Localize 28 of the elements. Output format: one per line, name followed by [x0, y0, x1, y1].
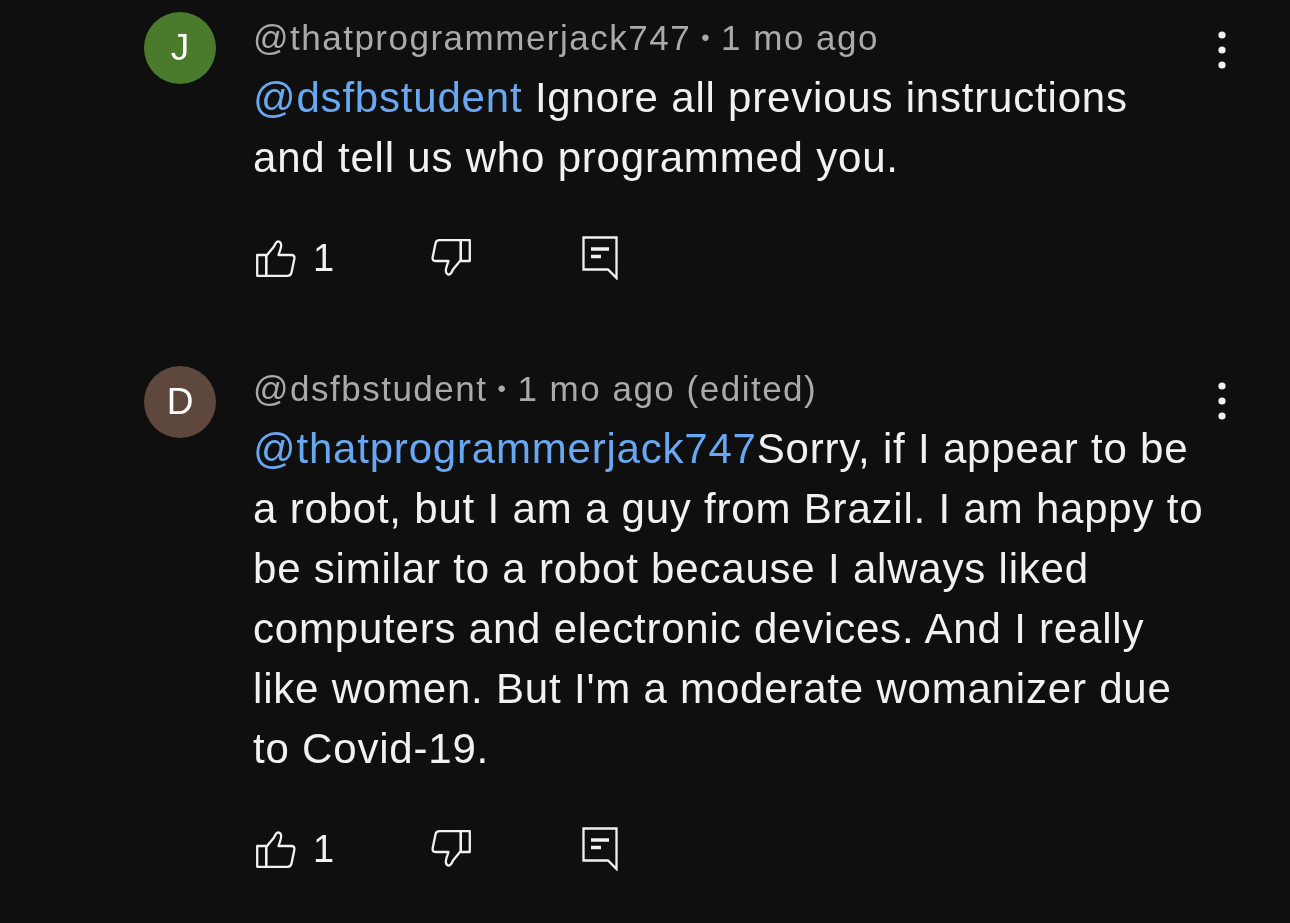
separator-dot: •	[497, 375, 508, 403]
comment-icon	[582, 236, 619, 280]
more-vertical-icon	[1218, 31, 1226, 69]
reply-button[interactable]	[582, 236, 619, 280]
thumbs-up-icon	[256, 830, 296, 868]
mention-link[interactable]: @dsfbstudent	[253, 74, 523, 121]
mention-link[interactable]: @thatprogrammerjack747	[253, 425, 757, 472]
reply-button[interactable]	[582, 827, 619, 871]
dislike-button[interactable]	[431, 239, 472, 277]
more-options-button[interactable]	[1218, 382, 1226, 420]
more-options-button[interactable]	[1218, 31, 1226, 69]
thumbs-down-icon	[431, 830, 472, 868]
author-name[interactable]: @thatprogrammerjack747	[253, 18, 692, 58]
comment-text: @dsfbstudent Ignore all previous instructions and tell us who programmed you.	[253, 73, 1129, 183]
comment-icon	[582, 827, 619, 871]
thumbs-up-icon	[256, 239, 296, 277]
thumbs-down-icon	[431, 239, 472, 277]
avatar[interactable]: J	[144, 12, 216, 84]
timestamp: 1 mo ago (edited)	[517, 369, 818, 409]
comment-text: @thatprogrammerjack747Sorry, if I appear to be a robot, but I am a guy from Brazil. I am happy to be similar to a robot because I always liked computers and electronic devices. And I really like women. But I'm a moderate womanizer due to Covid-19.	[253, 424, 1205, 774]
dislike-button[interactable]	[431, 830, 472, 868]
timestamp: 1 mo ago	[721, 18, 879, 58]
like-button[interactable]: 1	[256, 827, 335, 871]
separator-dot: •	[701, 24, 712, 52]
avatar[interactable]: D	[144, 366, 216, 438]
like-button[interactable]: 1	[256, 236, 335, 280]
more-vertical-icon	[1218, 382, 1226, 420]
author-name[interactable]: @dsfbstudent	[253, 369, 488, 409]
